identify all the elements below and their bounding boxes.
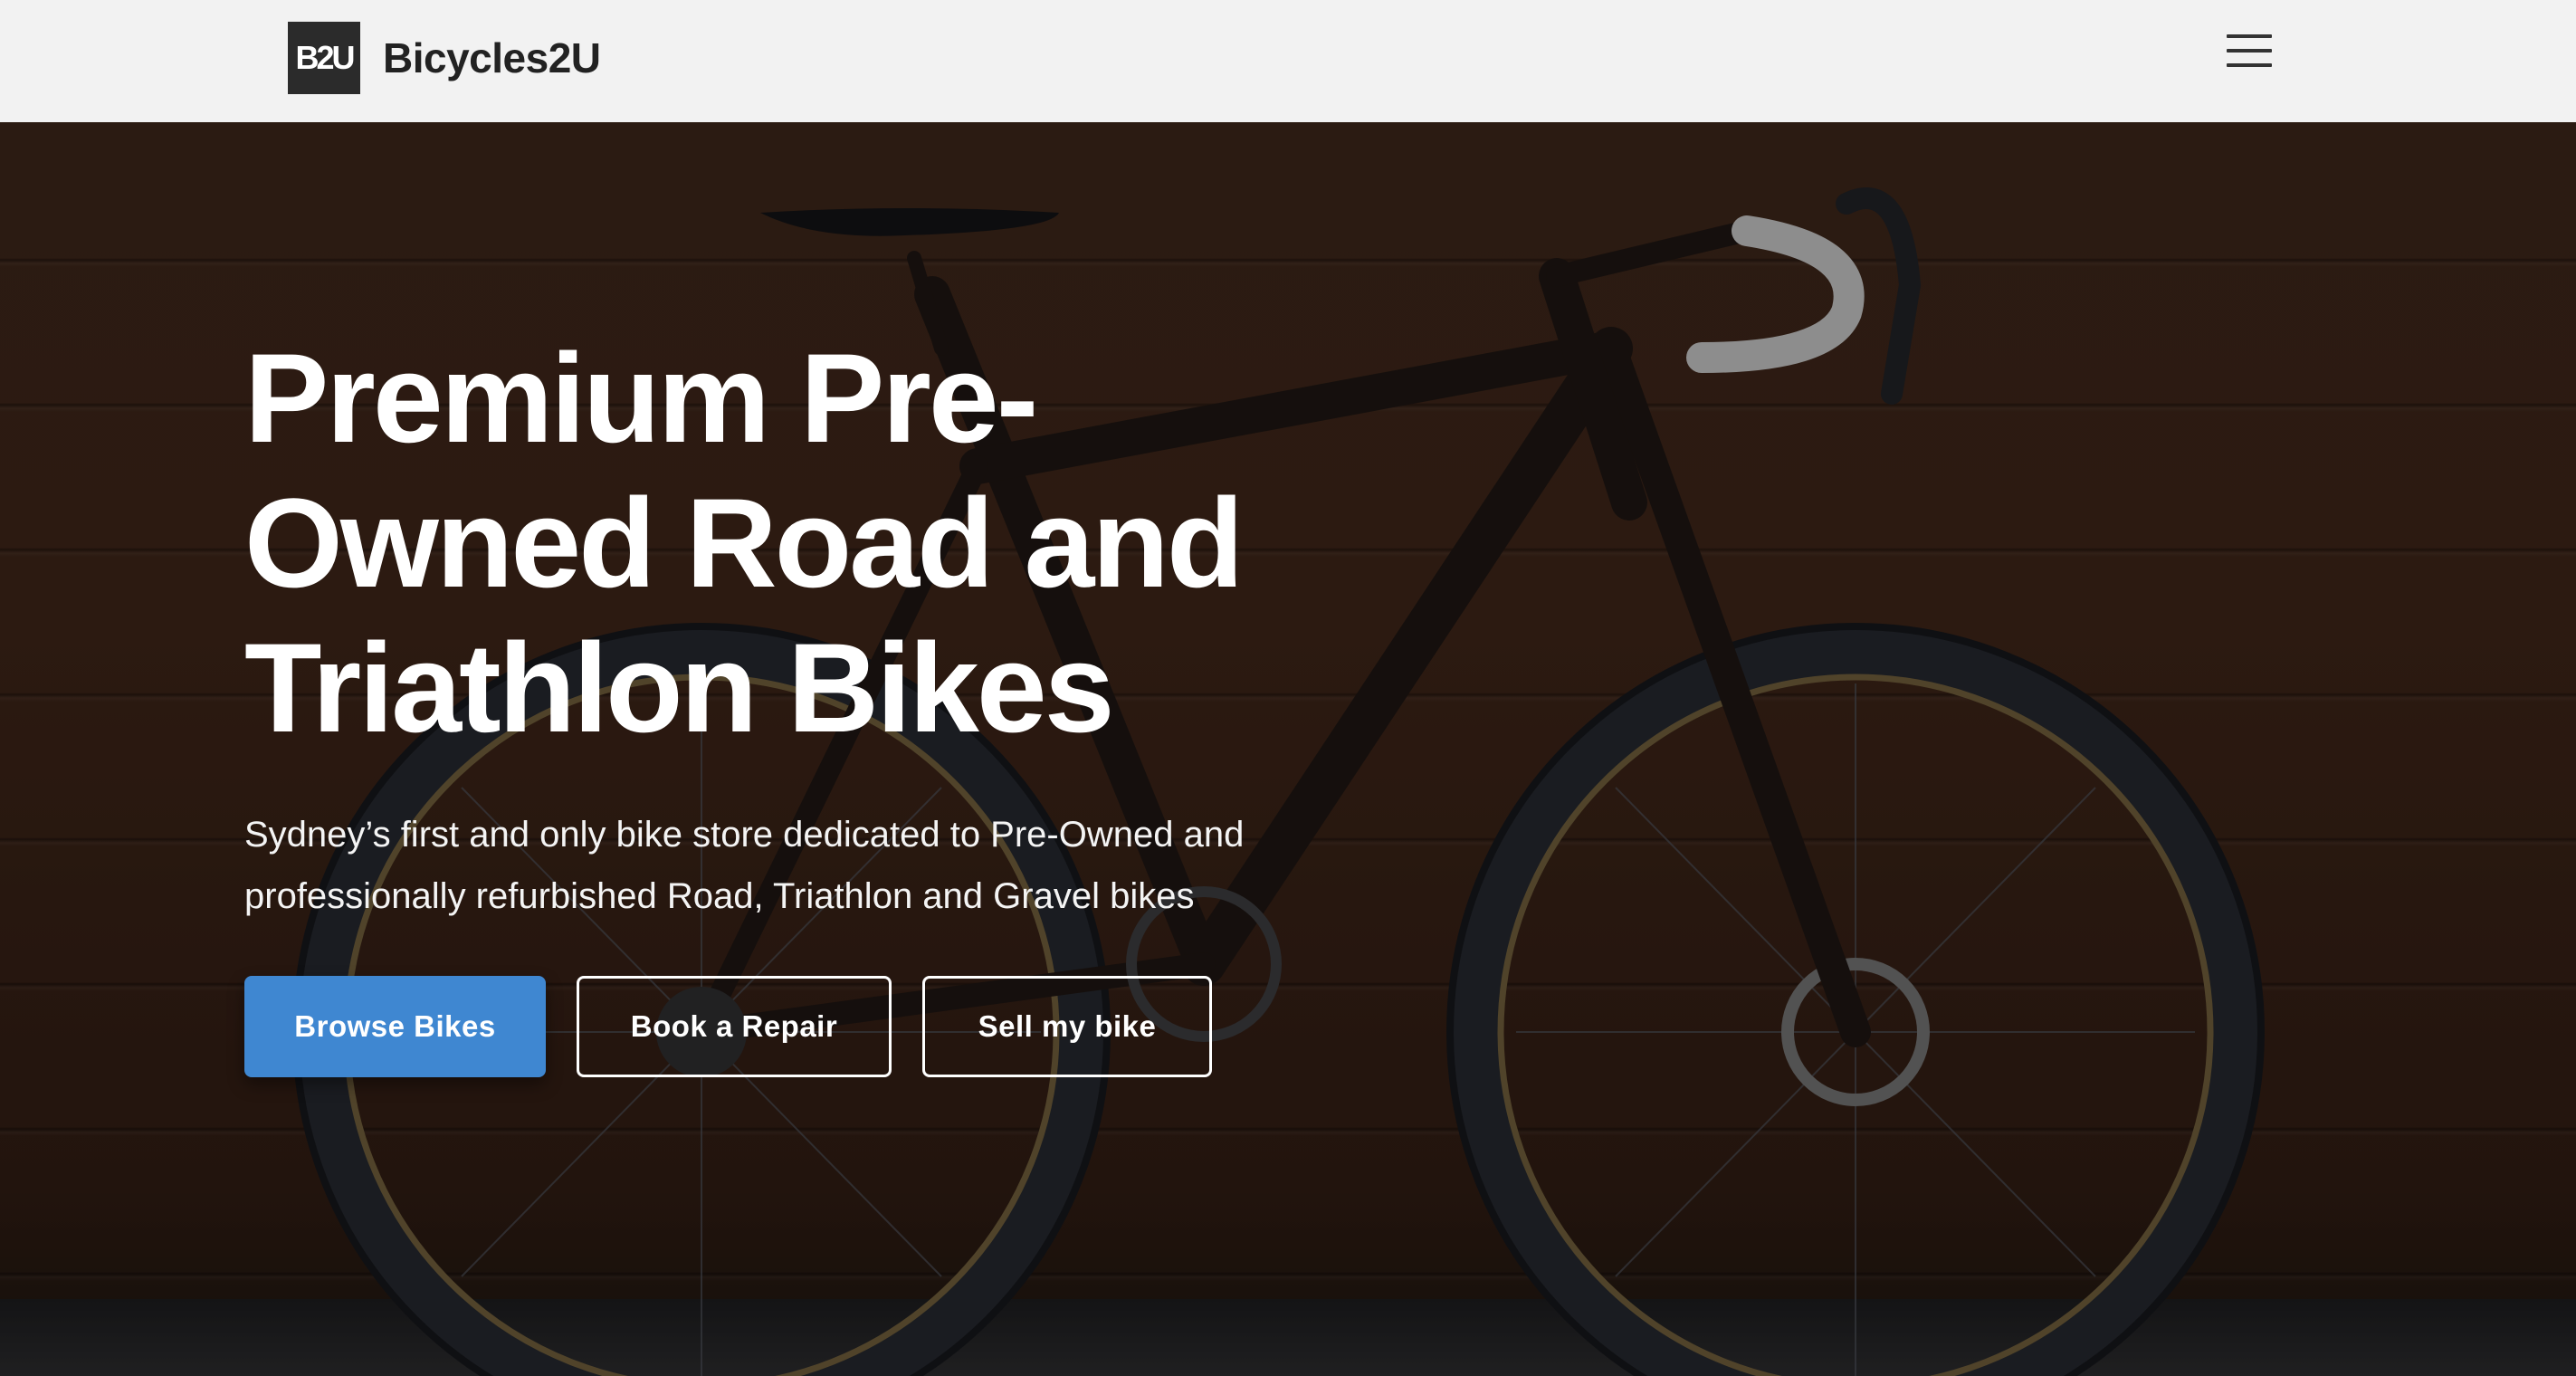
book-repair-button[interactable]: Book a Repair [577,976,892,1077]
menu-line [2227,34,2272,38]
brand-logo-link[interactable]: B2U Bicycles2U [288,22,601,94]
hero-section: Premium Pre-Owned Road and Triathlon Bik… [0,122,2576,1376]
sell-bike-button[interactable]: Sell my bike [922,976,1212,1077]
logo-mark: B2U [288,22,360,94]
menu-line [2227,49,2272,53]
hamburger-menu-icon[interactable] [2225,31,2275,71]
site-header: B2U Bicycles2U [0,0,2576,122]
browse-bikes-button[interactable]: Browse Bikes [244,976,546,1077]
hero-actions: Browse Bikes Book a Repair Sell my bike [244,976,1421,1077]
hero-content: Premium Pre-Owned Road and Triathlon Bik… [244,326,1421,1077]
hero-subtitle: Sydney’s first and only bike store dedic… [244,815,1245,916]
hero-title: Premium Pre-Owned Road and Triathlon Bik… [244,327,1244,759]
menu-line [2227,63,2272,67]
brand-name: Bicycles2U [383,34,601,81]
